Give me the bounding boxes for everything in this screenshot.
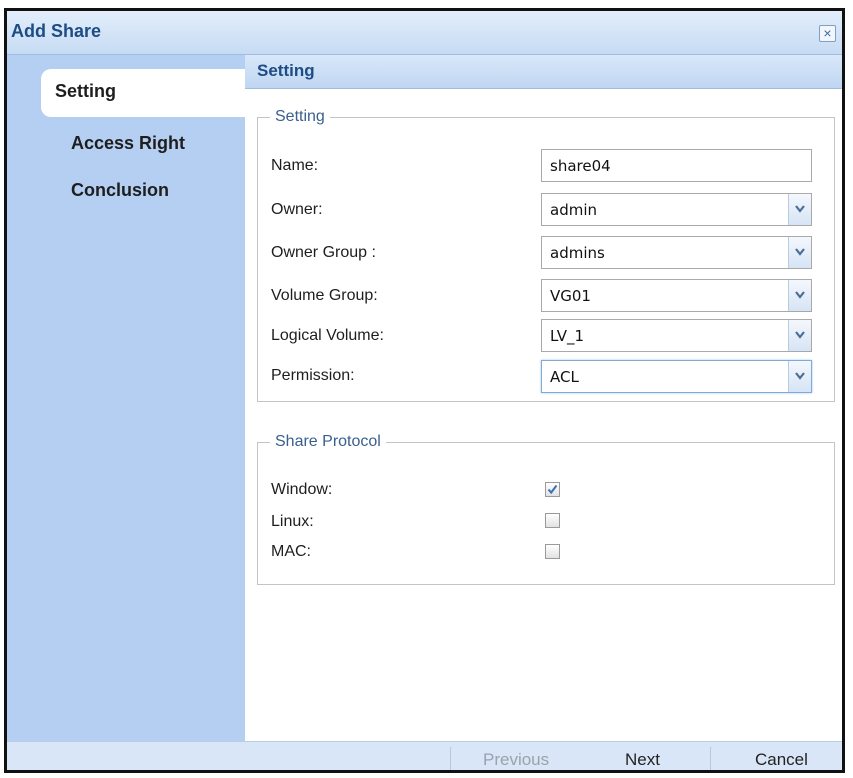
sidebar-item-conclusion[interactable]: Conclusion [71, 180, 169, 201]
wizard-sidebar: Setting Access Right Conclusion [7, 55, 245, 741]
owner-group-label: Owner Group : [271, 244, 376, 261]
next-button[interactable]: Next [625, 750, 660, 770]
section-header: Setting [245, 55, 842, 89]
chevron-down-icon[interactable] [788, 237, 811, 268]
window-label: Window: [271, 481, 333, 498]
previous-button[interactable]: Previous [483, 750, 549, 770]
permission-label: Permission: [271, 367, 355, 384]
cancel-button[interactable]: Cancel [755, 750, 808, 770]
linux-label: Linux: [271, 513, 314, 530]
owner-group-select[interactable]: admins [541, 236, 812, 269]
close-button[interactable]: × [819, 25, 836, 42]
sidebar-item-access-right[interactable]: Access Right [71, 133, 185, 154]
sidebar-item-label: Access Right [71, 133, 186, 153]
logical-volume-select[interactable]: LV_1 [541, 319, 812, 352]
chevron-down-icon[interactable] [788, 320, 811, 351]
sidebar-item-label: Setting [55, 81, 116, 101]
permission-select-value: ACL [550, 368, 579, 386]
footer-divider [450, 747, 451, 770]
chevron-down-icon[interactable] [788, 361, 811, 392]
sidebar-item-setting[interactable]: Setting [41, 69, 245, 117]
setting-group-legend: Setting [275, 108, 325, 125]
volume-group-label: Volume Group: [271, 287, 378, 304]
name-label: Name: [271, 157, 319, 174]
owner-label: Owner: [271, 201, 323, 218]
section-title: Setting [257, 61, 315, 80]
name-input[interactable] [541, 149, 812, 182]
logical-volume-select-value: LV_1 [550, 327, 585, 345]
chevron-down-icon[interactable] [788, 280, 811, 311]
mac-label: MAC: [271, 543, 311, 560]
share-protocol-group: Share Protocol [257, 433, 835, 585]
dialog-titlebar: Add Share × [7, 11, 842, 55]
owner-select-value: admin [550, 201, 597, 219]
close-icon: × [823, 25, 832, 41]
add-share-dialog: Add Share × Setting Access Right Conclus… [4, 8, 845, 773]
volume-group-select[interactable]: VG01 [541, 279, 812, 312]
footer-divider [710, 747, 711, 770]
mac-checkbox[interactable] [545, 544, 560, 559]
linux-checkbox[interactable] [545, 513, 560, 528]
dialog-footer: Previous Next Cancel [7, 741, 842, 770]
owner-group-select-value: admins [550, 244, 605, 262]
owner-select[interactable]: admin [541, 193, 812, 226]
checkmark-icon [547, 484, 558, 495]
share-protocol-legend: Share Protocol [275, 433, 381, 450]
sidebar-item-label: Conclusion [71, 180, 169, 200]
logical-volume-label: Logical Volume: [271, 327, 384, 344]
volume-group-select-value: VG01 [550, 287, 591, 305]
permission-select[interactable]: ACL [541, 360, 812, 393]
content-panel: Setting Setting Name: Owner: admin Owner… [245, 55, 842, 741]
dialog-title: Add Share [11, 21, 102, 41]
window-checkbox[interactable] [545, 482, 560, 497]
chevron-down-icon[interactable] [788, 194, 811, 225]
